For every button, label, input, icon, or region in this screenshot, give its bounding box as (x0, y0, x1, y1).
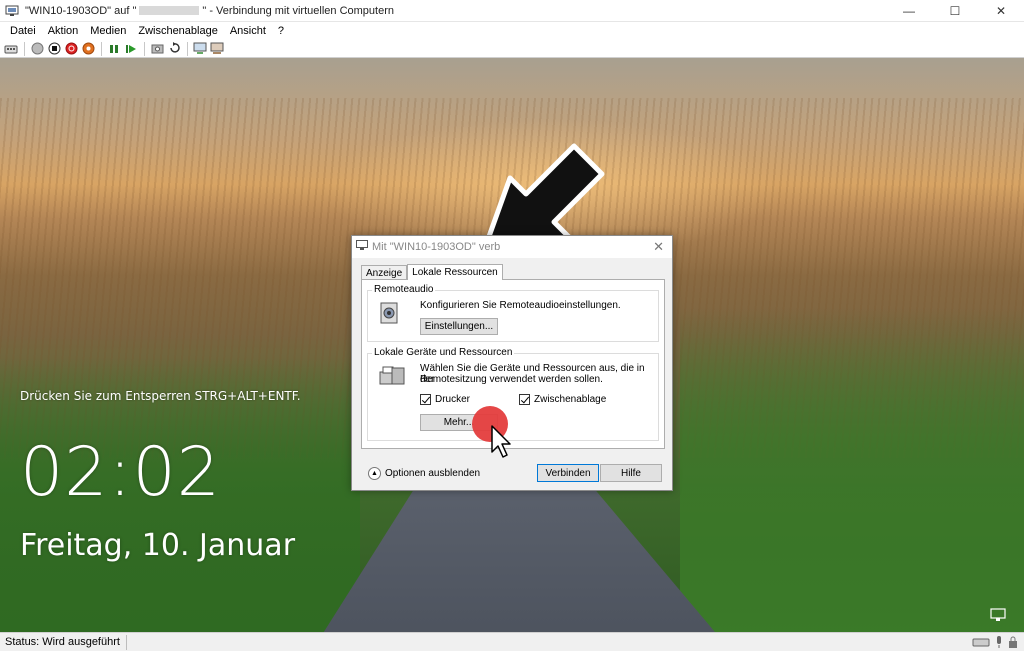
close-button[interactable]: ✕ (978, 0, 1024, 22)
verbinden-button[interactable]: Verbinden (537, 464, 599, 482)
printer-checkbox-box[interactable] (420, 394, 431, 405)
microphone-icon (994, 635, 1004, 651)
dialog-tabs: Anzeige Lokale Ressourcen (361, 264, 503, 280)
status-bar: Status: Wird ausgeführt (0, 632, 1024, 651)
keyboard-icon (972, 636, 990, 651)
maximize-button[interactable]: ☐ (932, 0, 978, 22)
printer-checkbox[interactable]: Drucker (420, 394, 470, 405)
shutdown-icon[interactable] (63, 41, 79, 57)
rdp-icon (356, 240, 368, 254)
title-bar: "WIN10-1903OD" auf " " - Verbindung mit v… (0, 0, 1024, 22)
tab-anzeige[interactable]: Anzeige (361, 265, 408, 280)
ctrl-alt-del-icon[interactable] (3, 41, 19, 57)
speaker-icon (378, 301, 402, 327)
menu-aktion[interactable]: Aktion (42, 25, 85, 37)
dialog-title: Mit "WIN10-1903OD" verb (372, 241, 501, 253)
group-label-local-devices: Lokale Geräte und Ressourcen (372, 347, 515, 358)
unlock-hint: Drücken Sie zum Entsperren STRG+ALT+ENTF… (20, 389, 301, 403)
minimize-button[interactable]: — (886, 0, 932, 22)
dialog-title-bar: Mit "WIN10-1903OD" verb ✕ (352, 236, 672, 258)
checkpoint-icon[interactable] (149, 41, 165, 57)
menu-bar: Datei Aktion Medien Zwischenablage Ansic… (0, 22, 1024, 40)
lock-icon (1008, 636, 1018, 651)
options-toggle[interactable]: ▲ Optionen ausblenden (368, 467, 480, 480)
enhanced-session-icon[interactable] (192, 41, 208, 57)
menu-ansicht[interactable]: Ansicht (224, 25, 272, 37)
collapse-up-icon[interactable]: ▲ (368, 467, 381, 480)
clipboard-checkbox[interactable]: Zwischenablage (519, 394, 606, 405)
group-remoteaudio: Remoteaudio Konfigurieren Sie Remoteaudi… (367, 284, 659, 342)
resume-icon[interactable] (123, 41, 139, 57)
status-text: Status: Wird ausgeführt (0, 634, 127, 650)
devices-icon (378, 364, 405, 390)
pause-icon[interactable] (106, 41, 122, 57)
start-icon[interactable] (29, 41, 45, 57)
remoteaudio-text: Konfigurieren Sie Remoteaudioeinstellung… (420, 300, 621, 311)
window-title: "WIN10-1903OD" auf " " - Verbindung mit v… (25, 4, 394, 17)
share-icon[interactable] (209, 41, 225, 57)
grass-right (680, 308, 1024, 632)
mouse-cursor-icon (491, 425, 511, 458)
revert-icon[interactable] (166, 41, 182, 57)
save-icon[interactable] (80, 41, 96, 57)
toolbar (0, 40, 1024, 58)
dialog-close-button[interactable]: ✕ (653, 239, 664, 255)
redacted-host (139, 6, 200, 16)
options-toggle-label: Optionen ausblenden (385, 468, 481, 479)
clipboard-checkbox-box[interactable] (519, 394, 530, 405)
einstellungen-button[interactable]: Einstellungen... (420, 318, 498, 335)
clipboard-checkbox-label: Zwischenablage (534, 394, 607, 405)
menu-help[interactable]: ? (272, 25, 290, 37)
menu-medien[interactable]: Medien (84, 25, 132, 37)
printer-checkbox-label: Drucker (435, 394, 471, 405)
menu-zwischenablage[interactable]: Zwischenablage (132, 25, 224, 37)
hilfe-button[interactable]: Hilfe (600, 464, 662, 482)
group-label-remoteaudio: Remoteaudio (372, 284, 436, 295)
vm-connection-icon (5, 5, 19, 17)
tab-lokale-ressourcen[interactable]: Lokale Ressourcen (407, 264, 503, 280)
network-icon[interactable] (990, 608, 1006, 622)
menu-datei[interactable]: Datei (4, 25, 42, 37)
local-devices-text-2: Remotesitzung verwendet werden sollen. (420, 374, 603, 385)
stop-icon[interactable] (46, 41, 62, 57)
lockscreen-clock: 02:02 (20, 433, 221, 512)
lockscreen-date: Freitag, 10. Januar (20, 528, 296, 563)
